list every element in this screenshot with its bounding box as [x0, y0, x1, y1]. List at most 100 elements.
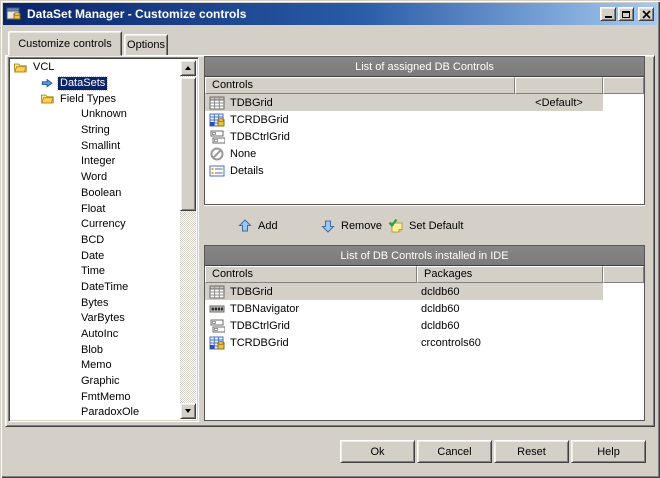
scroll-down-button[interactable]: [180, 403, 196, 419]
installed-controls-panel: List of DB Controls installed in IDE Con…: [204, 245, 645, 421]
assigned-row-tdbgrid[interactable]: TDBGrid <Default>: [205, 94, 644, 111]
control-name: TDBNavigator: [230, 302, 300, 315]
tree-item-smallint[interactable]: Smallint: [11, 138, 180, 154]
assign-toolbar: Add Remove Set Default: [204, 205, 645, 245]
package-name: dcldb60: [421, 302, 460, 315]
tree-item-label: Graphic: [81, 375, 120, 388]
reset-button-label: Reset: [517, 445, 546, 458]
tree-item-boolean[interactable]: Boolean: [11, 186, 180, 202]
dataset-arrow-icon: [41, 78, 53, 87]
scroll-up-button[interactable]: [180, 60, 196, 76]
tree-item-vcl[interactable]: VCL: [11, 60, 180, 76]
ok-button[interactable]: Ok: [340, 440, 415, 463]
set-default-button[interactable]: Set Default: [385, 215, 466, 237]
titlebar[interactable]: DataSet Manager - Customize controls: [3, 3, 657, 25]
installed-row-tcrdbgrid[interactable]: TCRDBGrid crcontrols60: [205, 334, 644, 351]
tab-label: Customize controls: [18, 37, 112, 50]
tree-body: VCL DataSets Field Types Unknown String …: [11, 60, 180, 419]
tree-item-paradoxole[interactable]: ParadoxOle: [11, 405, 180, 419]
column-header-controls[interactable]: Controls: [205, 77, 515, 94]
dbctrlgrid-icon: [210, 319, 225, 332]
control-name: TDBGrid: [230, 96, 273, 109]
tree-item-word[interactable]: Word: [11, 170, 180, 186]
tree-item-label: Word: [81, 171, 108, 184]
tree-item-label: Boolean: [81, 186, 122, 199]
minimize-button[interactable]: [600, 7, 616, 21]
arrow-up-icon: [239, 219, 251, 232]
assigned-panel-header: List of assigned DB Controls: [205, 57, 644, 77]
control-name: TCRDBGrid: [230, 336, 289, 349]
tree-item-autoinc[interactable]: AutoInc: [11, 327, 180, 343]
assigned-row-tcrdbgrid[interactable]: TCRDBGrid: [205, 111, 644, 128]
category-tree: VCL DataSets Field Types Unknown String …: [8, 57, 199, 422]
installed-column-headers: Controls Packages: [205, 266, 644, 283]
column-header-packages[interactable]: Packages: [417, 266, 603, 283]
close-button[interactable]: [638, 7, 654, 21]
tree-item-label-selected: DataSets: [56, 76, 109, 92]
help-button[interactable]: Help: [571, 440, 646, 463]
window-title: DataSet Manager - Customize controls: [27, 7, 247, 21]
remove-button[interactable]: Remove: [317, 215, 385, 237]
tree-item-unknown[interactable]: Unknown: [11, 107, 180, 123]
installed-panel-title: List of DB Controls installed in IDE: [340, 249, 509, 262]
tree-item-currency[interactable]: Currency: [11, 217, 180, 233]
tree-item-blob[interactable]: Blob: [11, 342, 180, 358]
tab-options[interactable]: Options: [124, 34, 168, 56]
package-name: dcldb60: [417, 283, 603, 300]
column-header-blank[interactable]: [603, 77, 644, 94]
none-icon: [210, 147, 224, 160]
package-name: dcldb60: [421, 319, 460, 332]
tree-item-label: Field Types: [60, 92, 117, 105]
tree-item-time[interactable]: Time: [11, 264, 180, 280]
tab-customize-controls[interactable]: Customize controls: [8, 31, 122, 56]
assigned-row-none[interactable]: None: [205, 145, 644, 162]
tree-item-datetime[interactable]: DateTime: [11, 280, 180, 296]
assigned-row-details[interactable]: Details: [205, 162, 644, 179]
tree-item-float[interactable]: Float: [11, 201, 180, 217]
tree-item-datasets[interactable]: DataSets: [11, 76, 180, 92]
control-name: None: [230, 147, 257, 160]
tree-item-graphic[interactable]: Graphic: [11, 374, 180, 390]
tree-item-label: FmtMemo: [81, 390, 131, 403]
tree-item-varbytes[interactable]: VarBytes: [11, 311, 180, 327]
column-header-controls[interactable]: Controls: [205, 266, 417, 283]
help-button-label: Help: [597, 445, 620, 458]
tree-item-integer[interactable]: Integer: [11, 154, 180, 170]
ok-button-label: Ok: [370, 445, 385, 458]
tree-item-date[interactable]: Date: [11, 248, 180, 264]
assigned-panel-title: List of assigned DB Controls: [355, 60, 494, 73]
tree-item-memo[interactable]: Memo: [11, 358, 180, 374]
app-icon: [6, 7, 21, 20]
installed-row-tdbgrid[interactable]: TDBGrid dcldb60: [205, 283, 644, 300]
scrollbar-thumb[interactable]: [180, 77, 196, 211]
set-default-check-icon: [388, 218, 404, 234]
tree-item-label: Integer: [81, 155, 116, 168]
remove-button-label: Remove: [341, 220, 382, 232]
tree-item-label: Float: [81, 202, 106, 215]
tree-item-bcd[interactable]: BCD: [11, 233, 180, 249]
cancel-button[interactable]: Cancel: [417, 440, 492, 463]
tree-item-fmtmemo[interactable]: FmtMemo: [11, 389, 180, 405]
tree-item-field-types[interactable]: Field Types: [11, 91, 180, 107]
installed-panel-header: List of DB Controls installed in IDE: [205, 246, 644, 266]
tree-item-string[interactable]: String: [11, 123, 180, 139]
reset-button[interactable]: Reset: [494, 440, 569, 463]
folder-open-icon: [13, 63, 27, 73]
column-header-blank[interactable]: [603, 266, 644, 283]
assigned-column-headers: Controls: [205, 77, 644, 94]
installed-row-tdbctrlgrid[interactable]: TDBCtrlGrid dcldb60: [205, 317, 644, 334]
dataset-manager-dialog: DataSet Manager - Customize controls Opt…: [0, 0, 660, 478]
dbnavigator-icon: [209, 305, 225, 312]
tree-item-label: Time: [81, 265, 106, 278]
maximize-button[interactable]: [618, 7, 634, 21]
control-name: TDBCtrlGrid: [230, 130, 290, 143]
add-button[interactable]: Add: [234, 215, 281, 237]
installed-row-tdbnavigator[interactable]: TDBNavigator dcldb60: [205, 300, 644, 317]
folder-open-icon: [40, 94, 54, 104]
tab-label: Options: [127, 39, 165, 51]
column-header-blank[interactable]: [515, 77, 603, 94]
assigned-row-tdbctrlgrid[interactable]: TDBCtrlGrid: [205, 128, 644, 145]
triangle-down-icon: [185, 409, 191, 413]
tree-scrollbar[interactable]: [180, 60, 196, 419]
tree-item-bytes[interactable]: Bytes: [11, 295, 180, 311]
